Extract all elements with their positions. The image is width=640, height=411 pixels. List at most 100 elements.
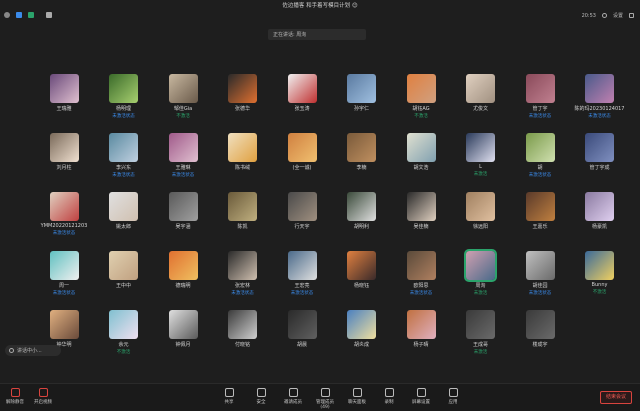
participant-tile[interactable]: 李兴东 未激活状态 bbox=[94, 133, 154, 178]
participant-name: 张德华 bbox=[234, 106, 250, 112]
toolbar-label: 安全 bbox=[256, 400, 266, 405]
avatar bbox=[466, 310, 495, 339]
participant-tile[interactable]: 王成哥 未激活 bbox=[451, 310, 511, 355]
participant-tile[interactable]: YMM20220121203 未激活状态 bbox=[34, 192, 94, 236]
participant-tile[interactable]: (全一诚) bbox=[272, 133, 332, 171]
avatar bbox=[347, 310, 376, 339]
chat-button[interactable]: 聊天面板 bbox=[346, 388, 368, 410]
avatar bbox=[406, 251, 436, 280]
participant-tile[interactable]: 胡晨 bbox=[272, 310, 332, 348]
participant-tile[interactable]: 楼成宇 bbox=[510, 310, 570, 348]
share-screen-button[interactable]: 共享 bbox=[218, 388, 240, 410]
fullscreen-icon[interactable] bbox=[629, 13, 634, 18]
participant-tile[interactable]: 王中中 bbox=[94, 251, 154, 289]
participant-tile[interactable]: 王宏亮 未激活状态 bbox=[272, 251, 332, 296]
participant-tile[interactable]: 杨豪凯 bbox=[570, 192, 630, 230]
info-icon[interactable] bbox=[4, 12, 10, 18]
avatar bbox=[406, 133, 436, 162]
participant-tile[interactable]: L 未激活 bbox=[451, 133, 511, 177]
participant-tile[interactable]: 陈书绒 bbox=[213, 133, 273, 171]
mute-button[interactable]: 解除静音 bbox=[6, 388, 24, 405]
participant-name: 胡文浩 bbox=[413, 165, 429, 171]
participant-name: 欧阳思 bbox=[413, 283, 429, 289]
participant-tile[interactable]: 李楠 bbox=[332, 133, 392, 171]
participant-name: 胡明利 bbox=[353, 224, 369, 230]
settings-label[interactable]: 设置 bbox=[613, 12, 623, 19]
toolbar-label: 屏幕设置 bbox=[412, 400, 430, 405]
participant-status: 不激活 bbox=[414, 114, 428, 119]
participant-tile[interactable]: 胡文浩 bbox=[391, 133, 451, 171]
avatar bbox=[109, 74, 138, 103]
members-button[interactable]: 管理成员(49) bbox=[314, 388, 336, 410]
participant-tile[interactable]: 胡钰AG 不激活 bbox=[391, 74, 451, 119]
participant-tile[interactable]: 杨晓钰 bbox=[332, 251, 392, 289]
talking-toast[interactable]: 讲话中小... bbox=[5, 345, 61, 356]
participant-tile[interactable]: 胡佳园 未激活状态 bbox=[510, 251, 570, 296]
avatar bbox=[406, 192, 436, 221]
avatar bbox=[525, 192, 555, 221]
layout-button[interactable]: 屏幕设置 bbox=[410, 388, 432, 410]
apps-button[interactable]: 应用 bbox=[442, 388, 464, 410]
participant-tile[interactable]: 管丁宇成 bbox=[570, 133, 630, 171]
shield-button[interactable]: 安全 bbox=[250, 388, 272, 410]
participant-name: 周洵 bbox=[475, 283, 486, 289]
participant-tile[interactable]: 杨明理 未激活状态 bbox=[94, 74, 154, 119]
participant-name: 管丁宇成 bbox=[589, 165, 610, 171]
avatar bbox=[406, 310, 436, 339]
participant-tile[interactable]: 付晓铭 bbox=[213, 310, 273, 348]
participant-tile[interactable]: 尤俊文 bbox=[451, 74, 511, 112]
avatar bbox=[466, 133, 495, 162]
participant-status: 未激活 bbox=[473, 291, 488, 296]
participant-status: 未激活状态 bbox=[528, 291, 552, 296]
add-user-button[interactable]: 邀请成员 bbox=[282, 388, 304, 410]
avatar bbox=[525, 74, 555, 103]
participant-name: 楼成宇 bbox=[532, 342, 548, 348]
participant-tile[interactable]: 欧阳思 未激活状态 bbox=[391, 251, 451, 296]
participant-tile[interactable]: 张宏林 未激活状态 bbox=[213, 251, 273, 296]
signal-icon[interactable] bbox=[28, 12, 34, 18]
participant-status: 未激活状态 bbox=[112, 114, 135, 119]
participant-tile[interactable]: 德瑞明 bbox=[153, 251, 213, 289]
participant-tile[interactable]: 吴佳楠 bbox=[391, 192, 451, 230]
participant-tile[interactable]: Bunny 不激活 bbox=[570, 251, 630, 295]
participant-tile[interactable]: 陈凯 bbox=[213, 192, 273, 230]
participant-tile[interactable]: 杨子晴 bbox=[391, 310, 451, 348]
participant-tile[interactable]: 张玉涛 bbox=[272, 74, 332, 112]
participant-tile[interactable]: 王瑞雅 bbox=[34, 74, 94, 112]
avatar bbox=[525, 251, 555, 280]
participant-tile[interactable]: 胡未激活状态 bbox=[510, 133, 570, 178]
participant-tile[interactable]: 王嘉乐 bbox=[510, 192, 570, 230]
avatar bbox=[466, 192, 495, 221]
avatar bbox=[287, 133, 317, 162]
participant-tile[interactable]: 行天宇 bbox=[272, 192, 332, 230]
participant-tile[interactable]: 周一 未激活状态 bbox=[34, 251, 94, 296]
participant-status: 未激活状态 bbox=[52, 231, 76, 236]
participant-tile[interactable]: 周洵 未激活 bbox=[451, 249, 511, 296]
participant-tile[interactable]: 陈的玛20230124017 未激活状态 bbox=[570, 74, 630, 119]
shield-icon[interactable] bbox=[16, 12, 22, 18]
settings-icon[interactable] bbox=[601, 13, 607, 18]
participant-tile[interactable]: 钟华明 bbox=[34, 310, 94, 348]
participant-tile[interactable]: 张德华 bbox=[213, 74, 273, 112]
participant-name: (全一诚) bbox=[292, 165, 312, 171]
record-button[interactable]: 录制 bbox=[378, 388, 400, 410]
end-meeting-button[interactable]: 结束会议 bbox=[600, 391, 632, 404]
participant-tile[interactable]: 管丁宇 未激活状态 bbox=[510, 74, 570, 119]
toolbar-label: 共享 bbox=[224, 400, 234, 405]
participant-tile[interactable]: 吴宇涵 bbox=[153, 192, 213, 230]
participant-tile[interactable]: 胡明利 bbox=[332, 192, 392, 230]
participant-tile[interactable]: 徐远阳 bbox=[451, 192, 511, 230]
participant-tile[interactable]: 姚太郎 bbox=[94, 192, 154, 230]
participant-tile[interactable]: 钟佩月 bbox=[153, 310, 213, 348]
avatar bbox=[347, 251, 376, 280]
participant-tile[interactable]: 邹佳Gia 不激活 bbox=[153, 74, 213, 119]
participant-tile[interactable]: 孙宇仁 bbox=[332, 74, 392, 112]
participant-tile[interactable]: 余元 不激活 bbox=[94, 310, 154, 355]
video-button[interactable]: 开启视频 bbox=[34, 388, 52, 405]
participant-tile[interactable]: 王雅琳 未激活状态 bbox=[153, 133, 213, 178]
participant-status: 未激活状态 bbox=[171, 173, 195, 178]
grid-icon[interactable] bbox=[46, 12, 52, 18]
avatar bbox=[168, 192, 198, 221]
participant-tile[interactable]: 刘月柱 bbox=[34, 133, 94, 171]
participant-tile[interactable]: 胡炎成 bbox=[332, 310, 392, 348]
